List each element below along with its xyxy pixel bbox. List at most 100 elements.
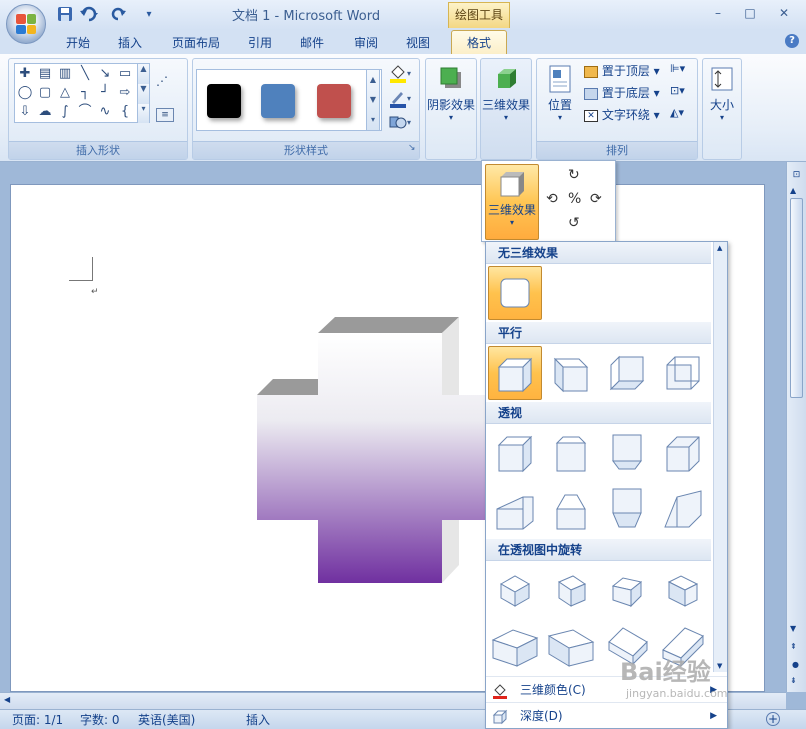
- tab-format[interactable]: 格式: [451, 30, 507, 56]
- tab-references[interactable]: 引用: [244, 32, 276, 54]
- shape-fill-icon[interactable]: ▾: [388, 64, 412, 84]
- status-word-count[interactable]: 字数: 0: [80, 712, 120, 728]
- right-arrow-shape-icon[interactable]: ⇨: [117, 85, 133, 101]
- tab-page-layout[interactable]: 页面布局: [168, 32, 224, 54]
- arrow-line-shape-icon[interactable]: ↘: [97, 66, 113, 82]
- position-button[interactable]: 位置 ▾: [540, 64, 580, 122]
- 3d-effects-dropdown-button[interactable]: 三维效果 ▾: [485, 164, 539, 240]
- perspective-option-8[interactable]: [656, 482, 710, 536]
- line-shape-icon[interactable]: ╲: [77, 66, 93, 82]
- rotation-option-4[interactable]: [656, 563, 710, 617]
- cloud-shape-icon[interactable]: ☁: [37, 104, 53, 120]
- shapes-gallery[interactable]: ✚ ▤ ▥ ╲ ↘ ▭ ◯ ▢ △ ┐ ┘ ⇨ ⇩ ☁ ∫ ⌒ ∿ { ▲ ▼ …: [14, 63, 150, 123]
- style-swatch-black[interactable]: [207, 84, 241, 118]
- 3d-onoff-toggle-icon[interactable]: %: [568, 191, 581, 207]
- align-icon[interactable]: ⊫▾: [670, 62, 692, 78]
- gallery-scroll-up-icon[interactable]: ▲: [137, 64, 149, 84]
- perspective-option-4[interactable]: [656, 426, 710, 480]
- tab-view[interactable]: 视图: [402, 32, 434, 54]
- shape-styles-gallery[interactable]: [196, 69, 382, 131]
- parallel-option-2[interactable]: [544, 346, 598, 400]
- gallery-scroll-up-arrow-icon[interactable]: ▲: [717, 244, 722, 252]
- 3d-effects-button[interactable]: 三维效果 ▾: [481, 64, 531, 122]
- tab-mailings[interactable]: 邮件: [296, 32, 328, 54]
- no-3d-effect-option[interactable]: [488, 266, 542, 320]
- vertical-scrollbar[interactable]: ⊡ ▲ ▼ ⇞ ● ⇟: [786, 162, 806, 692]
- tab-insert[interactable]: 插入: [114, 32, 146, 54]
- undo-icon[interactable]: [78, 6, 102, 24]
- tilt-left-icon[interactable]: ⟲: [546, 191, 558, 207]
- tab-review[interactable]: 审阅: [350, 32, 382, 54]
- redo-icon[interactable]: [110, 6, 128, 24]
- previous-page-icon[interactable]: ⇞: [790, 642, 797, 651]
- ruler-toggle-icon[interactable]: ⊡: [790, 170, 803, 184]
- status-insert-mode[interactable]: 插入: [246, 712, 270, 728]
- scroll-left-icon[interactable]: ◀: [4, 695, 10, 704]
- shape-outline-icon[interactable]: ▾: [388, 89, 412, 109]
- elbow-connector-shape-icon[interactable]: ┐: [77, 85, 93, 101]
- parallel-option-1[interactable]: [488, 346, 542, 400]
- rotate-icon[interactable]: ◭▾: [670, 106, 692, 122]
- group-objects-icon[interactable]: ⊡▾: [670, 84, 692, 100]
- select-browse-object-icon[interactable]: ●: [792, 660, 799, 669]
- triangle-shape-icon[interactable]: △: [57, 85, 73, 101]
- tab-home[interactable]: 开始: [62, 32, 94, 54]
- tilt-right-icon[interactable]: ⟳: [590, 191, 602, 207]
- rotation-option-5[interactable]: [488, 619, 542, 673]
- status-page[interactable]: 页面: 1/1: [12, 712, 63, 728]
- dialog-launcher-icon[interactable]: ↘: [408, 143, 418, 153]
- elbow-arrow-shape-icon[interactable]: ┘: [97, 85, 113, 101]
- perspective-option-1[interactable]: [488, 426, 542, 480]
- zoom-in-icon[interactable]: +: [766, 712, 780, 726]
- rotation-option-1[interactable]: [488, 563, 542, 617]
- textbox-shape-icon[interactable]: ▤: [37, 66, 53, 82]
- text-wrapping-button[interactable]: ✕ 文字环绕 ▾: [584, 106, 660, 124]
- bring-to-front-button[interactable]: 置于顶层 ▾: [584, 62, 660, 80]
- gallery-scroll-down-icon[interactable]: ▼: [137, 84, 149, 104]
- 3d-cross-shape[interactable]: [255, 315, 505, 585]
- style-swatch-red[interactable]: [317, 84, 351, 118]
- scroll-thumb[interactable]: [790, 198, 803, 398]
- rounded-rect-shape-icon[interactable]: ▢: [37, 85, 53, 101]
- styles-scroll-icon[interactable]: ▲ ▼ ▾: [366, 69, 380, 131]
- parallel-option-3[interactable]: [600, 346, 654, 400]
- send-to-back-button[interactable]: 置于底层 ▾: [584, 84, 660, 102]
- next-page-icon[interactable]: ⇟: [790, 676, 797, 685]
- qat-customize-icon[interactable]: ▾: [140, 6, 158, 24]
- restore-button[interactable]: □: [740, 6, 760, 22]
- cross-shape-icon[interactable]: ✚: [17, 66, 33, 82]
- oval-shape-icon[interactable]: ◯: [17, 85, 33, 101]
- help-icon[interactable]: ?: [785, 34, 799, 48]
- status-language[interactable]: 英语(美国): [138, 712, 195, 728]
- rotation-option-6[interactable]: [544, 619, 598, 673]
- minimize-button[interactable]: –: [708, 6, 728, 22]
- rotation-option-2[interactable]: [544, 563, 598, 617]
- rectangle-shape-icon[interactable]: ▭: [117, 66, 133, 82]
- tilt-down-icon[interactable]: ↺: [568, 215, 580, 231]
- arc-shape-icon[interactable]: ⌒: [77, 104, 93, 120]
- parallel-option-4[interactable]: [656, 346, 710, 400]
- brace-shape-icon[interactable]: {: [117, 104, 133, 120]
- shadow-effects-button[interactable]: 阴影效果 ▾: [426, 64, 476, 122]
- size-button[interactable]: 大小 ▾: [702, 64, 742, 122]
- edit-shape-icon[interactable]: ⋰: [156, 74, 176, 90]
- perspective-option-7[interactable]: [600, 482, 654, 536]
- rotation-option-3[interactable]: [600, 563, 654, 617]
- tilt-up-icon[interactable]: ↻: [568, 167, 580, 183]
- gallery-more-icon[interactable]: ▾: [137, 104, 149, 123]
- close-button[interactable]: ✕: [774, 6, 794, 22]
- save-icon[interactable]: [56, 6, 74, 24]
- change-shape-icon[interactable]: ▾: [388, 113, 412, 133]
- vertical-textbox-shape-icon[interactable]: ▥: [57, 66, 73, 82]
- down-arrow-shape-icon[interactable]: ⇩: [17, 104, 33, 120]
- style-swatch-blue[interactable]: [261, 84, 295, 118]
- scroll-down-icon[interactable]: ▼: [790, 624, 796, 633]
- freeform-shape-icon[interactable]: ∿: [97, 104, 113, 120]
- office-button[interactable]: [6, 4, 46, 44]
- gallery-scrollbar[interactable]: ▲ ▼: [713, 242, 727, 672]
- perspective-option-5[interactable]: [488, 482, 542, 536]
- draw-textbox-icon[interactable]: ≡: [156, 108, 174, 122]
- perspective-option-3[interactable]: [600, 426, 654, 480]
- curve-shape-icon[interactable]: ∫: [57, 104, 73, 120]
- perspective-option-2[interactable]: [544, 426, 598, 480]
